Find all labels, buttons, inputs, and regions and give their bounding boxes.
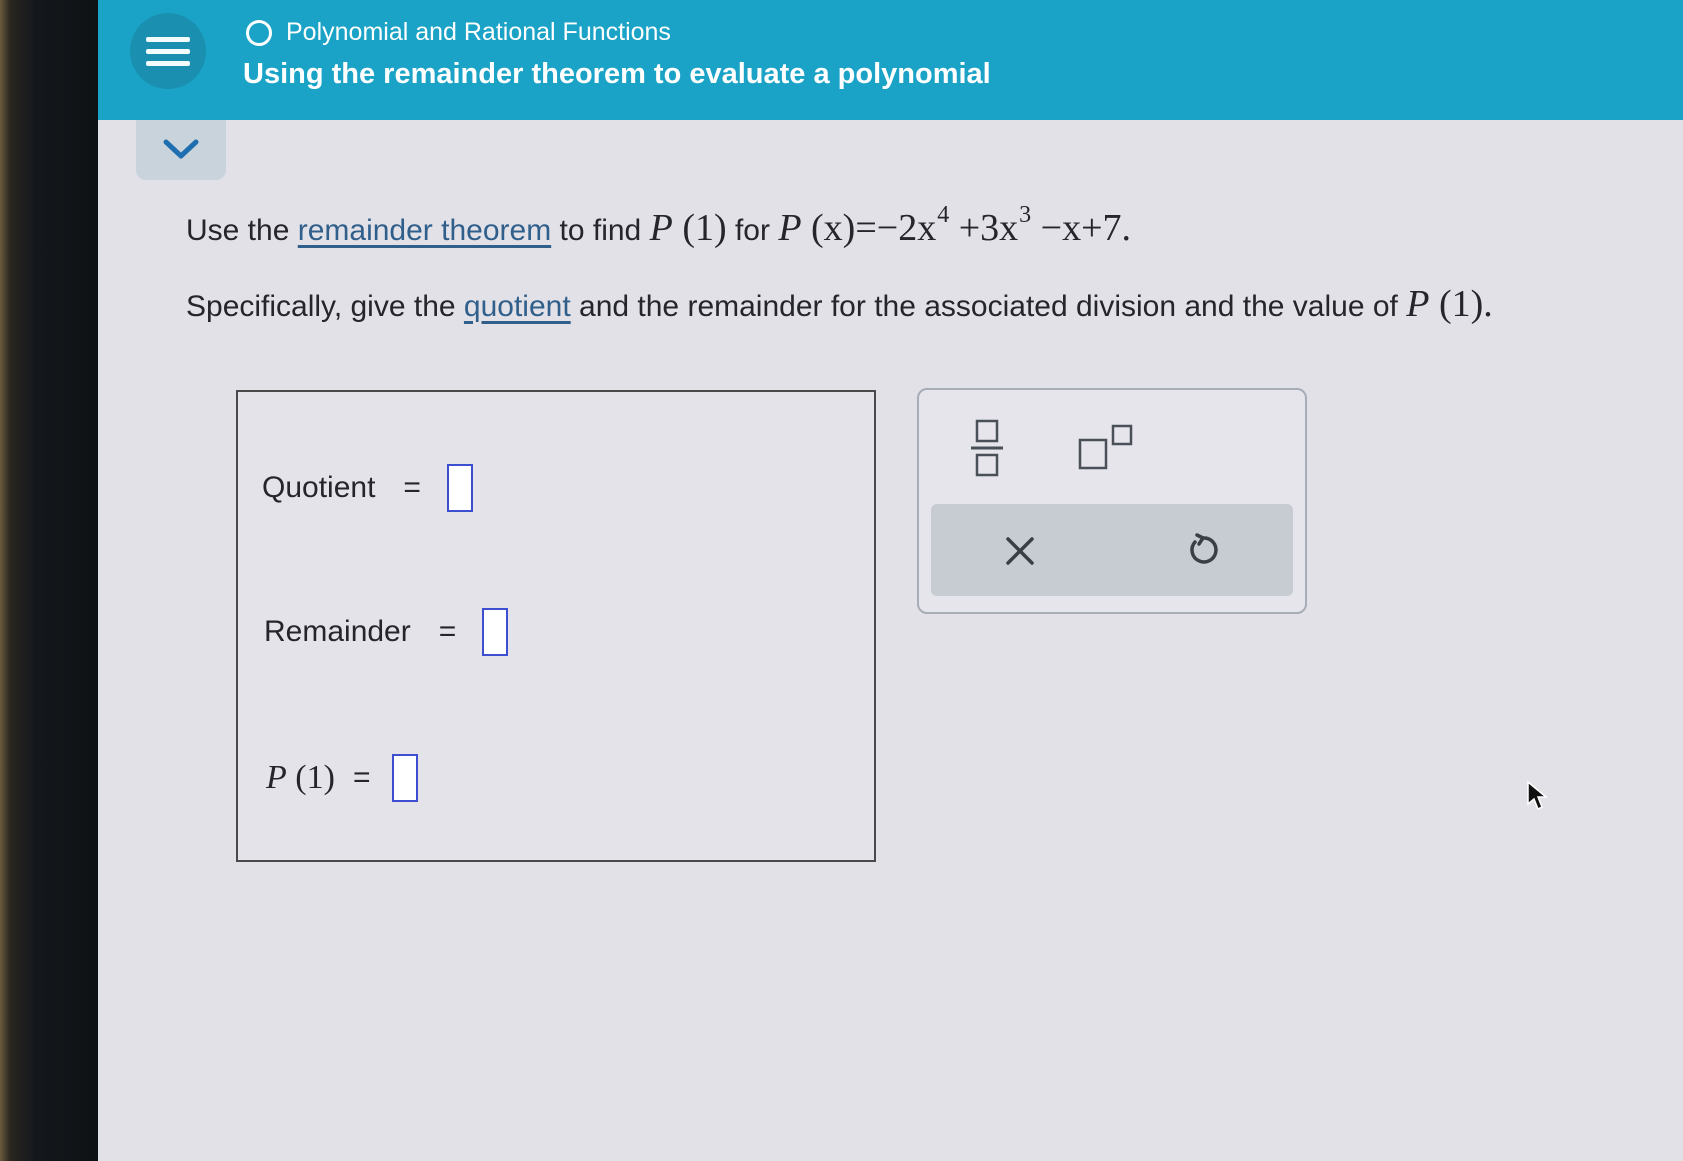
superscript-icon[interactable] <box>1077 424 1137 470</box>
math-toolpad <box>917 388 1307 614</box>
mouse-cursor-icon <box>1527 780 1548 811</box>
screen: Polynomial and Rational Functions Using … <box>98 0 1683 1161</box>
equals-sign: = <box>438 615 457 648</box>
math-expression: P (1). <box>1406 283 1493 325</box>
p1-input[interactable] <box>392 754 419 802</box>
lesson-title: Using the remainder theorem to evaluate … <box>243 58 991 90</box>
remainder-input[interactable] <box>482 608 509 656</box>
quotient-row: Quotient = <box>262 464 473 512</box>
fraction-icon[interactable] <box>969 418 1005 478</box>
undo-icon[interactable] <box>1185 532 1221 568</box>
topic-label: Polynomial and Rational Functions <box>286 18 671 46</box>
question-text: and the remainder for the associated div… <box>570 290 1407 323</box>
toolpad-actions <box>931 504 1293 596</box>
question-line-2: Specifically, give the quotient and the … <box>186 282 1493 326</box>
monitor-bezel <box>0 0 100 1161</box>
hamburger-icon <box>146 60 190 66</box>
question-text: to find <box>551 214 650 247</box>
menu-button[interactable] <box>130 13 206 89</box>
math-expression: P (1) <box>649 207 727 249</box>
p1-label: P (1) <box>266 759 335 796</box>
topic-status-icon <box>246 19 272 46</box>
quotient-label: Quotient <box>262 471 376 504</box>
clear-icon[interactable] <box>1003 534 1037 568</box>
equals-sign: = <box>403 471 421 504</box>
question-text: for <box>726 214 779 247</box>
remainder-row: Remainder = <box>264 608 509 656</box>
question-text: Use the <box>186 214 298 247</box>
equals-sign: = <box>352 761 371 794</box>
header-bar: Polynomial and Rational Functions Using … <box>98 0 1683 120</box>
remainder-label: Remainder <box>264 615 411 648</box>
answer-panel: Quotient = Remainder = P (1) = <box>236 390 876 862</box>
question-line-1: Use the remainder theorem to find P (1) … <box>186 202 1131 250</box>
remainder-theorem-link[interactable]: remainder theorem <box>298 214 551 247</box>
polynomial-expression: P (x)=−2x4 +3x3 −x+7. <box>778 202 1132 249</box>
quotient-input[interactable] <box>446 464 473 512</box>
p1-row: P (1) = <box>266 754 419 802</box>
chevron-down-icon <box>163 139 199 159</box>
hamburger-icon <box>146 36 190 42</box>
topic-breadcrumb: Polynomial and Rational Functions <box>246 18 671 47</box>
quotient-link[interactable]: quotient <box>464 290 571 323</box>
hamburger-icon <box>146 48 190 54</box>
expand-toggle[interactable] <box>136 120 226 180</box>
question-text: Specifically, give the <box>186 290 464 323</box>
